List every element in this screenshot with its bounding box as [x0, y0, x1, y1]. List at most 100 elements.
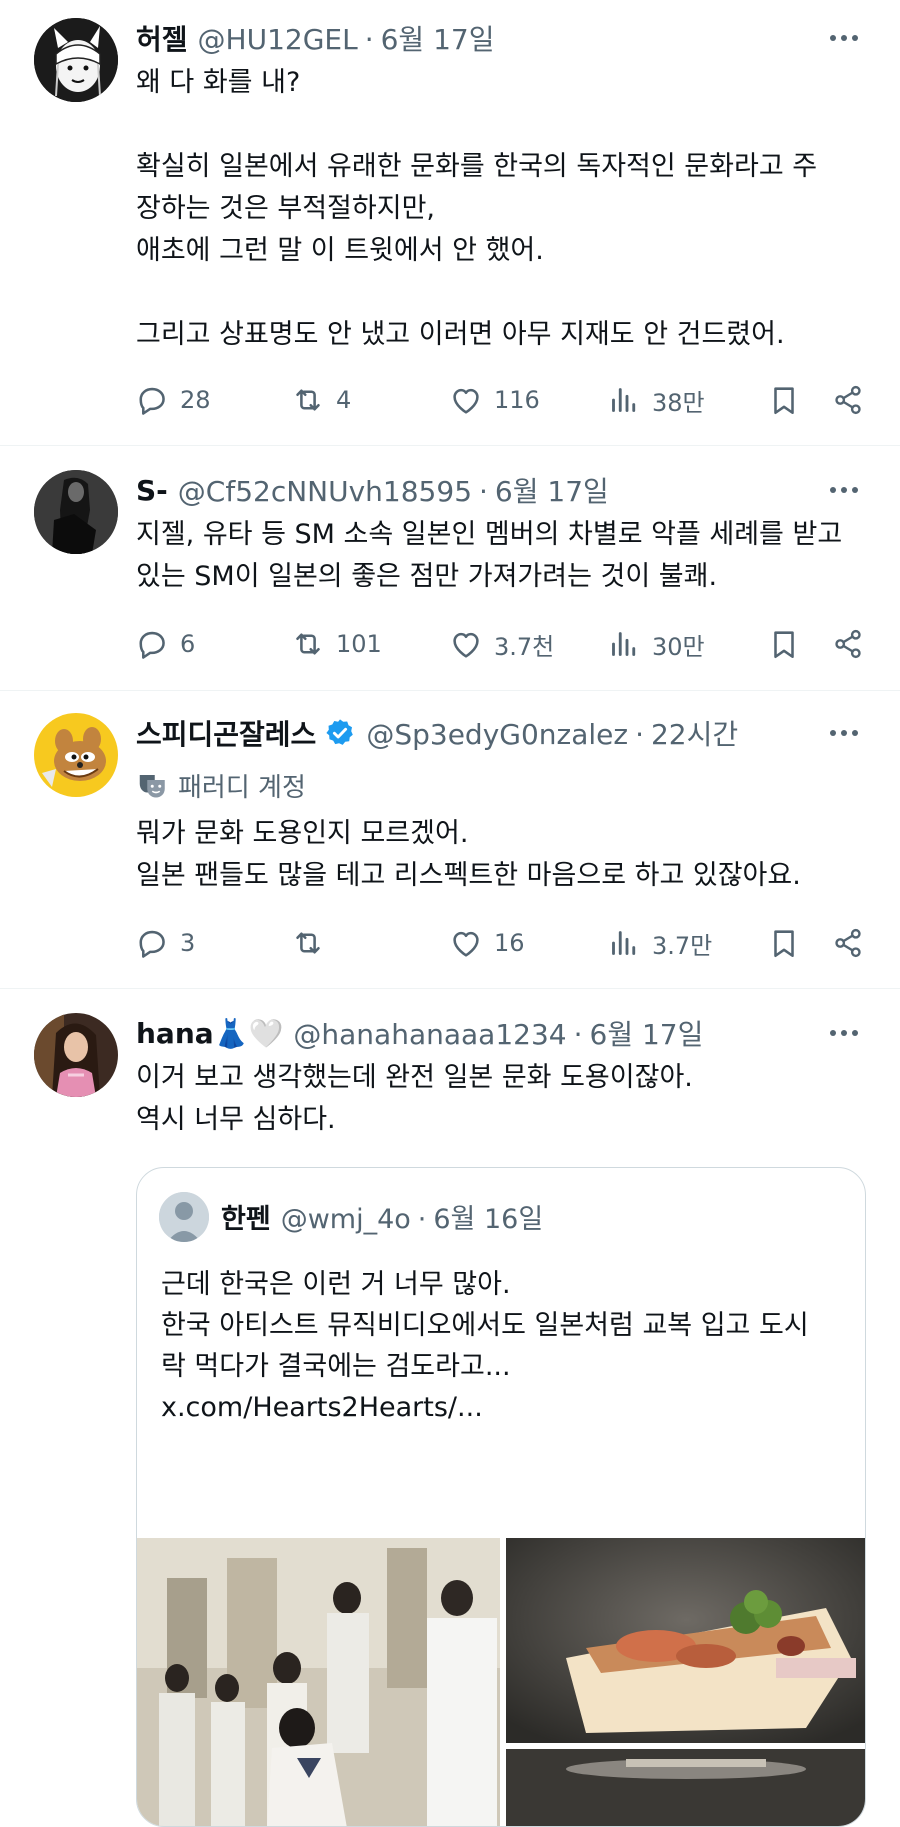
avatar-image	[34, 470, 118, 554]
handle[interactable]: @Sp3edyG0nzalez	[366, 718, 628, 751]
more-icon[interactable]	[824, 470, 864, 510]
media-grid	[137, 1538, 865, 1826]
separator-dot: ·	[573, 1018, 583, 1051]
tweet-text: 왜 다 화를 내? 확실히 일본에서 유래한 문화를 한국의 독자적인 문화라고…	[136, 67, 818, 350]
handle[interactable]: @hanahanaaa1234	[293, 1018, 566, 1051]
tweet-text: 지젤, 유타 등 SM 소속 일본인 멤버의 차별로 악플 세례를 받고 있는 …	[136, 519, 843, 592]
action-bar: 3 16 3.7만	[0, 921, 900, 965]
parody-label: 패러디 계정	[136, 767, 306, 803]
share-icon	[835, 928, 861, 958]
avatar[interactable]	[34, 18, 118, 102]
views-count: 38만	[652, 388, 705, 417]
separator-dot: ·	[417, 1203, 427, 1235]
like-count: 3.7천	[494, 632, 555, 661]
timestamp[interactable]: 6월 17일	[495, 475, 609, 508]
share-button[interactable]	[826, 622, 870, 666]
verified-badge-icon	[326, 719, 354, 745]
views-button[interactable]: 38만	[606, 378, 705, 422]
like-count: 116	[494, 386, 540, 414]
avatar[interactable]	[34, 1013, 118, 1097]
tweet-text: 이거 보고 생각했는데 완전 일본 문화 도용이잖아. 역시 너무 심하다.	[136, 1062, 693, 1135]
reply-icon	[139, 387, 165, 415]
views-count: 30만	[652, 632, 705, 661]
retweet-button[interactable]: 4	[290, 378, 351, 422]
bookmark-icon	[774, 631, 794, 659]
heart-icon	[453, 632, 479, 658]
tweet-1[interactable]: 허젤 @HU12GEL · 6월 17일 왜 다 화를 내? 확실히 일본에서 유래…	[0, 0, 900, 446]
separator-dot: ·	[635, 718, 644, 751]
reply-icon	[139, 930, 165, 958]
avatar[interactable]	[159, 1192, 209, 1242]
separator-dot: ·	[364, 23, 374, 56]
views-button[interactable]: 30만	[606, 622, 705, 666]
bookmark-button[interactable]	[762, 622, 806, 666]
like-button[interactable]: 16	[448, 921, 525, 965]
quoted-handle[interactable]: @wmj_4o	[281, 1204, 411, 1235]
reply-count: 6	[180, 630, 196, 658]
reply-button[interactable]: 6	[134, 622, 195, 666]
quoted-text: 근데 한국은 이런 거 너무 많아. 한국 아티스트 뮤직비디오에서도 일본처럼…	[161, 1269, 809, 1423]
separator-dot: ·	[479, 475, 488, 508]
views-icon	[612, 931, 636, 955]
tweet-4[interactable]: hana👗🤍 @hanahanaaa1234 · 6월 17일 이거 보고 생각했는…	[0, 989, 900, 1827]
parody-mask-icon	[139, 775, 165, 798]
classroom-photo	[137, 1538, 500, 1826]
more-icon[interactable]	[824, 1013, 864, 1053]
reply-count: 3	[180, 929, 196, 957]
retweet-button[interactable]: 101	[290, 622, 382, 666]
display-name[interactable]: S-	[136, 474, 168, 507]
quoted-timestamp[interactable]: 6월 16일	[433, 1204, 543, 1235]
tweet-2[interactable]: S- @Cf52cNNUvh18595 · 6월 17일 지젤, 유타 등 SM 소…	[0, 446, 900, 691]
avatar-image	[34, 1013, 118, 1097]
avatar-image	[34, 713, 118, 797]
media-image-3[interactable]	[506, 1749, 865, 1826]
handle[interactable]: @Cf52cNNUvh18595	[178, 475, 472, 508]
more-icon[interactable]	[824, 18, 864, 58]
action-bar: 28 4 116 38만	[0, 378, 900, 422]
tweet-3[interactable]: 스피디곤잘레스 @Sp3edyG0nzalez · 22시간 패러디 계정 뭐가 문…	[0, 691, 900, 989]
views-icon	[612, 388, 636, 412]
media-image-1[interactable]	[137, 1538, 500, 1826]
share-button[interactable]	[826, 921, 870, 965]
quoted-tweet[interactable]: 한펜 @wmj_4o · 6월 16일 근데 한국은 이런 거 너무 많아. 한국 …	[136, 1167, 866, 1827]
reply-count: 28	[180, 386, 211, 414]
timestamp[interactable]: 6월 17일	[381, 23, 495, 56]
retweet-button[interactable]	[290, 921, 336, 965]
bookmark-button[interactable]	[762, 921, 806, 965]
bookmark-icon	[774, 930, 794, 958]
media-image-2[interactable]	[506, 1538, 865, 1743]
reply-button[interactable]: 28	[134, 378, 211, 422]
heart-icon	[453, 388, 479, 414]
avatar[interactable]	[34, 713, 118, 797]
quoted-display-name[interactable]: 한펜	[221, 1197, 271, 1236]
avatar[interactable]	[34, 470, 118, 554]
more-icon[interactable]	[824, 713, 864, 753]
retweet-count: 4	[336, 386, 352, 414]
bookmark-button[interactable]	[762, 378, 806, 422]
share-button[interactable]	[826, 378, 870, 422]
lunchbox-photo	[506, 1538, 865, 1743]
action-bar: 6 101 3.7천 30만	[0, 622, 900, 666]
timestamp[interactable]: 6월 17일	[590, 1018, 704, 1051]
retweet-icon	[296, 389, 320, 411]
heart-icon	[453, 931, 479, 957]
default-avatar-icon	[159, 1192, 209, 1242]
views-button[interactable]: 3.7만	[606, 921, 712, 965]
like-button[interactable]: 116	[448, 378, 540, 422]
views-icon	[612, 632, 636, 656]
display-name[interactable]: hana👗🤍	[136, 1017, 283, 1050]
retweet-icon	[296, 932, 320, 954]
reply-icon	[139, 631, 165, 659]
retweet-icon	[296, 633, 320, 655]
food-photo	[506, 1749, 865, 1826]
share-icon	[835, 629, 861, 659]
like-button[interactable]: 3.7천	[448, 622, 554, 666]
timestamp[interactable]: 22시간	[651, 718, 738, 751]
bookmark-icon	[774, 387, 794, 415]
reply-button[interactable]: 3	[134, 921, 195, 965]
display-name[interactable]: 허젤	[136, 18, 188, 58]
display-name[interactable]: 스피디곤잘레스	[136, 713, 316, 753]
parody-label-text: 패러디 계정	[178, 772, 306, 803]
avatar-image	[34, 18, 118, 102]
handle[interactable]: @HU12GEL	[198, 23, 358, 56]
